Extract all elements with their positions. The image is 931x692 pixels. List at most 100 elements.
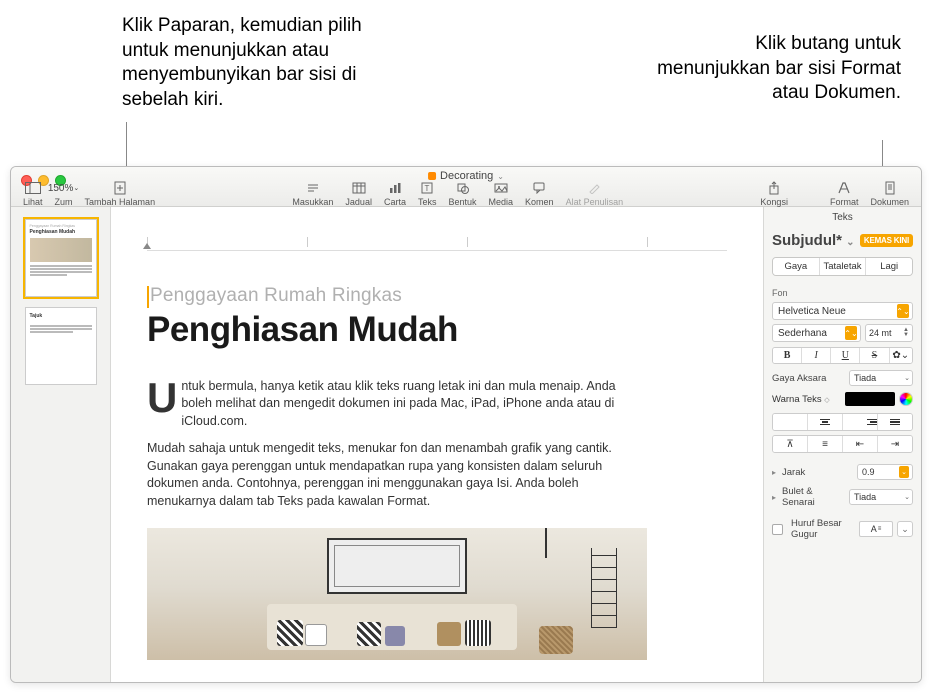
table-label: Jadual	[345, 197, 372, 207]
spacing-select[interactable]: 0.9 ⌄	[857, 464, 913, 480]
font-family-select[interactable]: Helvetica Neue⌃⌄	[772, 302, 913, 320]
align-middle-button[interactable]: ≡	[808, 436, 843, 452]
disclosure-triangle-icon[interactable]: ▸	[772, 468, 776, 477]
format-label: Format	[830, 197, 859, 207]
format-inspector: Teks Subjudul* ⌄ KEMAS KINI Gaya Tatalet…	[763, 207, 921, 682]
spacing-label: Jarak	[782, 467, 853, 478]
comment-button[interactable]: Komen	[519, 181, 560, 207]
hero-image[interactable]	[147, 528, 647, 660]
subtab-style[interactable]: Gaya	[773, 258, 820, 275]
dropcap-letter: U	[147, 378, 181, 416]
callout-line-right-v	[882, 140, 883, 168]
chart-label: Carta	[384, 197, 406, 207]
bullets-label: Bulet & Senarai	[782, 486, 845, 508]
stepper-arrows-icon: ▲▼	[903, 328, 909, 338]
comment-label: Komen	[525, 197, 554, 207]
page-thumbnail-2[interactable]: Tajuk	[25, 307, 97, 385]
view-button[interactable]: Lihat	[17, 181, 49, 207]
share-icon	[766, 181, 782, 195]
zoom-label: Zum	[55, 197, 73, 207]
outdent-button[interactable]: ⇤	[843, 436, 878, 452]
strikethrough-button[interactable]: S	[860, 348, 889, 363]
select-arrow-icon: ⌄	[899, 466, 909, 478]
page-thumbnail-1[interactable]: Penggayaan Rumah Ringkas Penghiasan Muda…	[25, 219, 97, 297]
inspector-tab-text[interactable]: Teks	[764, 207, 921, 228]
chevron-down-icon: ⌄	[904, 374, 910, 382]
document-label: Dokumen	[870, 197, 909, 207]
advanced-text-button[interactable]: ✿⌄	[890, 348, 913, 363]
zoom-value: 150% ⌄	[56, 181, 72, 195]
share-label: Kongsi	[760, 197, 788, 207]
callout-right: Klik butang untuk menunjukkan bar sisi F…	[641, 32, 901, 106]
font-weight-select[interactable]: Sederhana⌃⌄	[772, 324, 861, 342]
document-canvas[interactable]: Penggayaan Rumah Ringkas Penghiasan Muda…	[111, 207, 763, 682]
ruler	[147, 237, 727, 251]
view-label: Lihat	[23, 197, 43, 207]
authoring-button[interactable]: Alat Penulisan	[560, 181, 630, 207]
insert-label: Masukkan	[292, 197, 333, 207]
char-style-label: Gaya Aksara	[772, 373, 845, 384]
text-color-label: Warna Teks ◇	[772, 394, 841, 405]
chevron-down-icon: ⌄	[904, 493, 910, 501]
titlebar: Decorating ⌄ Lihat 150% ⌄ Zum Tambah Hal…	[11, 167, 921, 207]
add-page-button[interactable]: Tambah Halaman	[79, 181, 162, 207]
italic-button[interactable]: I	[802, 348, 831, 363]
select-arrow-icon: ⌃⌄	[845, 326, 857, 340]
view-icon	[25, 181, 41, 195]
media-button[interactable]: Media	[483, 181, 520, 207]
dropcap-options-button[interactable]: ⌄	[897, 521, 913, 537]
document-icon	[882, 181, 898, 195]
paragraph-style-name[interactable]: Subjudul* ⌄	[772, 232, 856, 249]
text-button[interactable]: T Teks	[412, 181, 443, 207]
text-cursor	[147, 286, 149, 308]
chart-icon	[387, 181, 403, 195]
disclosure-triangle-icon[interactable]: ▸	[772, 493, 776, 502]
color-picker-button[interactable]	[899, 392, 913, 406]
outdent-icon: ⇤	[856, 439, 864, 450]
share-button[interactable]: Kongsi	[754, 181, 794, 207]
chart-button[interactable]: Carta	[378, 181, 412, 207]
align-left-button[interactable]	[773, 414, 808, 430]
font-size-stepper[interactable]: 24 mt ▲▼	[865, 324, 913, 342]
indent-icon: ⇥	[891, 439, 899, 450]
indent-button[interactable]: ⇥	[878, 436, 912, 452]
gear-icon: ✿⌄	[892, 350, 909, 361]
insert-button[interactable]: Masukkan	[286, 181, 339, 207]
body-paragraph-2[interactable]: Mudah sahaja untuk mengedit teks, menuka…	[147, 440, 647, 510]
dropcap-label: Huruf Besar Gugur	[791, 518, 855, 540]
char-style-select[interactable]: Tiada⌄	[849, 370, 913, 386]
dropcap-style-select[interactable]: A≡	[859, 521, 893, 537]
shape-button[interactable]: Bentuk	[442, 181, 482, 207]
app-window: Decorating ⌄ Lihat 150% ⌄ Zum Tambah Hal…	[10, 166, 922, 683]
bullets-select[interactable]: Tiada⌄	[849, 489, 913, 505]
document-icon	[428, 172, 436, 180]
text-style-buttons: B I U S ✿⌄	[772, 347, 913, 364]
document-button[interactable]: Dokumen	[864, 181, 915, 207]
underline-button[interactable]: U	[831, 348, 860, 363]
comment-icon	[531, 181, 547, 195]
align-right-button[interactable]	[843, 414, 878, 430]
select-arrow-icon: ⌃⌄	[897, 304, 909, 318]
chevron-down-icon: ⌄	[901, 524, 909, 535]
document-subtitle[interactable]: Penggayaan Rumah Ringkas	[147, 285, 727, 308]
indent-buttons: ⊼ ≡ ⇤ ⇥	[772, 435, 913, 453]
shape-icon	[455, 181, 471, 195]
zoom-button[interactable]: 150% ⌄ Zum	[49, 181, 79, 207]
format-button[interactable]: Format	[824, 181, 865, 207]
authoring-icon	[586, 181, 602, 195]
dropcap-checkbox[interactable]	[772, 524, 783, 535]
align-justify-button[interactable]	[878, 414, 912, 430]
document-title-heading[interactable]: Penghiasan Mudah	[147, 310, 727, 350]
align-top-icon: ⊼	[786, 439, 793, 450]
align-top-button[interactable]: ⊼	[773, 436, 808, 452]
body-paragraph-1[interactable]: Untuk bermula, hanya ketik atau klik tek…	[147, 378, 647, 431]
text-color-well[interactable]	[845, 392, 895, 406]
update-style-button[interactable]: KEMAS KINI	[860, 234, 913, 247]
table-button[interactable]: Jadual	[339, 181, 378, 207]
shape-label: Bentuk	[448, 197, 476, 207]
add-page-icon	[112, 181, 128, 195]
subtab-layout[interactable]: Tataletak	[820, 258, 867, 275]
bold-button[interactable]: B	[773, 348, 802, 363]
subtab-more[interactable]: Lagi	[866, 258, 912, 275]
align-center-button[interactable]	[808, 414, 843, 430]
